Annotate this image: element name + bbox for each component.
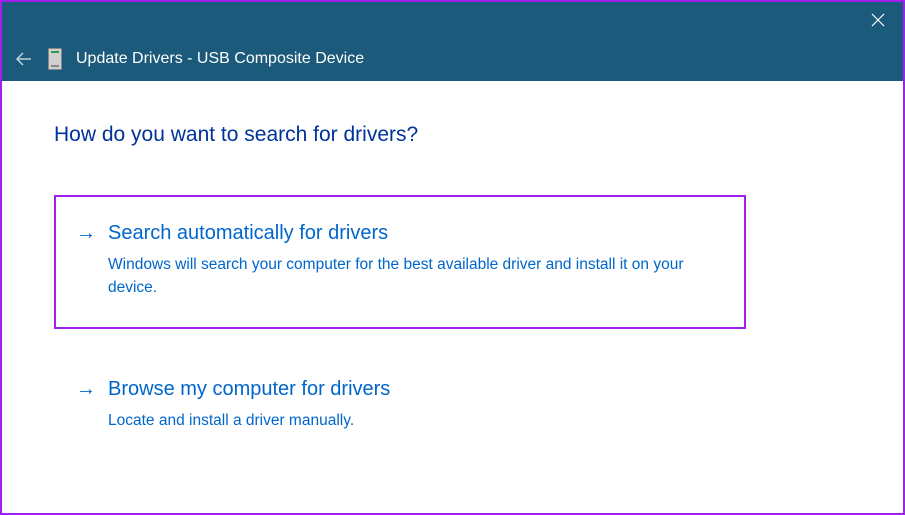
- option-body: Browse my computer for drivers Locate an…: [108, 375, 722, 432]
- device-icon: [48, 48, 62, 70]
- wizard-content: How do you want to search for drivers? →…: [2, 81, 903, 504]
- back-arrow-icon: [14, 49, 34, 69]
- option-browse-computer[interactable]: → Browse my computer for drivers Locate …: [54, 351, 746, 462]
- option-title: Browse my computer for drivers: [108, 375, 722, 403]
- wizard-title: Update Drivers - USB Composite Device: [76, 50, 364, 68]
- titlebar: [2, 2, 903, 37]
- option-body: Search automatically for drivers Windows…: [108, 219, 722, 299]
- wizard-header: Update Drivers - USB Composite Device: [2, 37, 903, 81]
- close-button[interactable]: [869, 11, 887, 29]
- close-icon: [871, 13, 885, 27]
- arrow-right-icon: →: [76, 375, 96, 403]
- prompt-heading: How do you want to search for drivers?: [54, 123, 851, 147]
- option-search-automatically[interactable]: → Search automatically for drivers Windo…: [54, 195, 746, 329]
- option-row: → Browse my computer for drivers Locate …: [76, 375, 722, 432]
- back-button[interactable]: [14, 49, 34, 69]
- option-title: Search automatically for drivers: [108, 219, 722, 247]
- option-description: Locate and install a driver manually.: [108, 409, 708, 432]
- arrow-right-icon: →: [76, 219, 96, 247]
- option-row: → Search automatically for drivers Windo…: [76, 219, 722, 299]
- option-description: Windows will search your computer for th…: [108, 253, 708, 299]
